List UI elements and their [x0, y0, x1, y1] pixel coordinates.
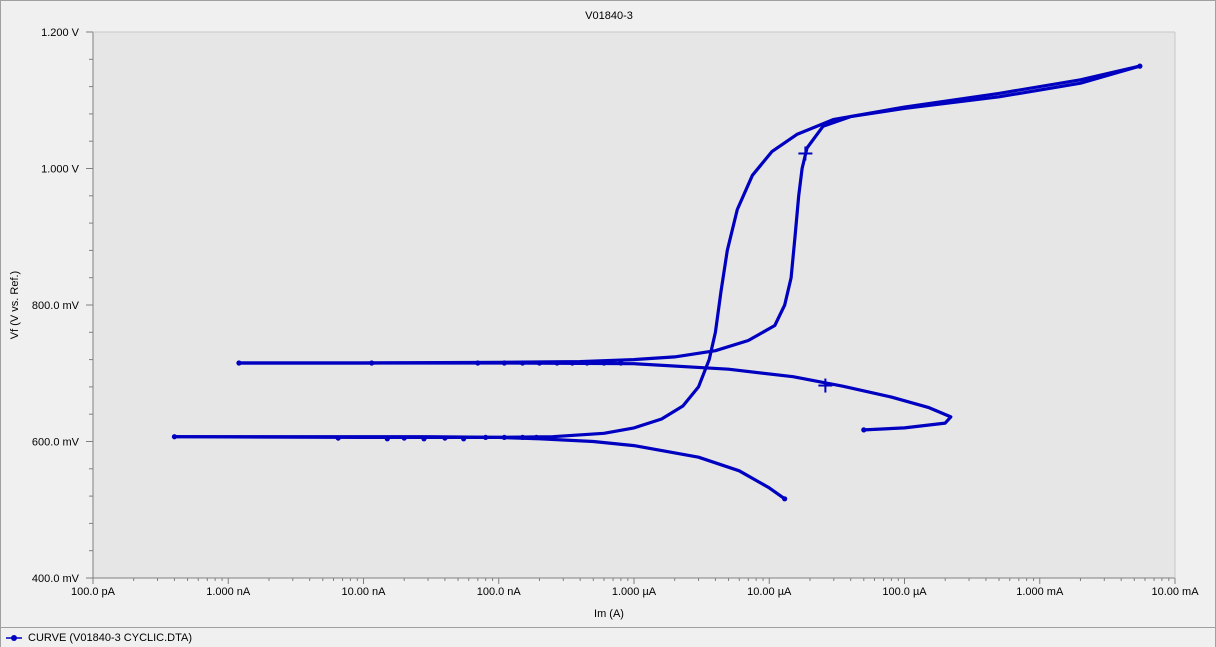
data-point	[236, 360, 242, 366]
legend-item[interactable]: CURVE (V01840-3 CYCLIC.DTA)	[5, 630, 192, 645]
data-point	[461, 436, 467, 442]
data-point	[533, 434, 540, 441]
x-tick-label: 100.0 nA	[477, 586, 522, 598]
plot-area	[93, 32, 1175, 578]
data-point	[519, 360, 526, 366]
data-point	[483, 434, 489, 441]
y-tick-label: 1.000 V	[41, 164, 80, 176]
data-point	[501, 360, 507, 366]
data-point	[601, 360, 607, 366]
x-tick-label: 10.00 µA	[747, 586, 792, 598]
y-tick-label: 1.200 V	[41, 27, 80, 39]
chart-window: V01840-3 100.0 pA 1.000 nA 10.00 nA 100.0 n…	[0, 0, 1216, 647]
legend-swatch	[6, 634, 22, 641]
x-axis-label: Im (A)	[594, 608, 624, 620]
data-point	[1137, 63, 1143, 69]
data-point	[536, 360, 543, 366]
x-axis-ticks: 100.0 pA 1.000 nA 10.00 nA 100.0 nA 1.000 µA…	[71, 578, 1199, 598]
data-point	[475, 360, 481, 366]
data-point	[384, 436, 390, 442]
y-axis-label: Vf (V vs. Ref.)	[9, 271, 21, 339]
data-point	[369, 360, 375, 366]
y-tick-label: 400.0 mV	[32, 573, 80, 585]
data-point	[401, 435, 407, 441]
chart-title: V01840-3	[585, 10, 633, 22]
x-tick-label: 10.00 nA	[341, 586, 386, 598]
x-tick-label: 1.000 nA	[206, 586, 251, 598]
y-axis-ticks: 400.0 mV 600.0 mV 800.0 mV 1.000 V 1.200 V	[32, 27, 93, 585]
data-point	[501, 434, 507, 441]
x-tick-label: 100.0 pA	[71, 586, 116, 598]
data-point	[421, 436, 427, 442]
data-point	[335, 435, 341, 441]
data-point	[171, 434, 178, 440]
data-point	[861, 427, 867, 433]
data-point	[618, 360, 624, 366]
y-tick-label: 600.0 mV	[32, 437, 80, 449]
x-tick-label: 1.000 mA	[1016, 586, 1064, 598]
legend-label: CURVE (V01840-3 CYCLIC.DTA)	[28, 631, 193, 644]
y-tick-label: 800.0 mV	[32, 300, 80, 312]
data-point	[584, 360, 590, 366]
data-point	[519, 434, 526, 441]
x-tick-label: 10.00 mA	[1151, 586, 1199, 598]
data-point	[569, 360, 575, 366]
legend-bar: CURVE (V01840-3 CYCLIC.DTA)	[1, 627, 1215, 647]
x-tick-label: 1.000 µA	[612, 586, 657, 598]
data-point	[554, 360, 560, 366]
data-point	[442, 435, 448, 441]
chart-svg: V01840-3 100.0 pA 1.000 nA 10.00 nA 100.0 n…	[9, 10, 1199, 620]
x-tick-label: 100.0 µA	[882, 586, 927, 598]
data-point	[782, 496, 788, 502]
